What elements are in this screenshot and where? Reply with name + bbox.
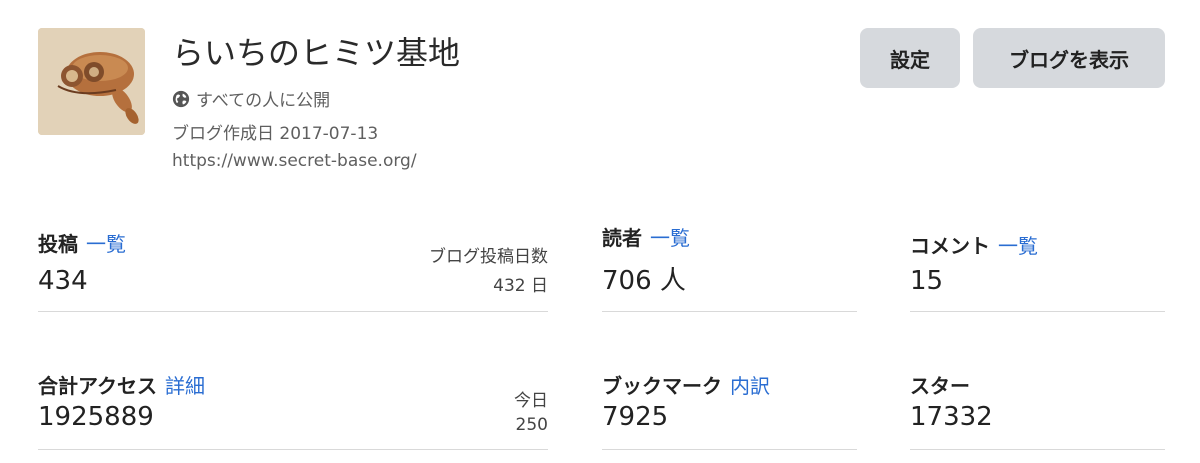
readers-list-link[interactable]: 一覧	[650, 226, 690, 250]
stat-comments-label: コメント	[910, 234, 990, 258]
stat-comments-value: 15	[910, 266, 944, 296]
stat-readers: 読者 一覧 706 人	[602, 222, 857, 312]
divider	[602, 311, 857, 312]
divider	[38, 449, 548, 450]
stat-access: 合計アクセス 詳細 1925889 今日 250	[38, 370, 548, 450]
settings-button[interactable]: 設定	[860, 28, 960, 88]
stat-bookmarks-label: ブックマーク	[602, 374, 722, 398]
stat-comments: コメント 一覧 15	[910, 230, 1165, 312]
blog-header: らいちのヒミツ基地 すべての人に公開 ブログ作成日 2017-07-13 htt…	[0, 0, 1200, 200]
today-value: 250	[515, 415, 548, 435]
blog-title[interactable]: らいちのヒミツ基地	[172, 28, 460, 74]
stat-posts-value: 434	[38, 266, 88, 296]
stat-stars-label: スター	[910, 374, 970, 398]
blog-thumbnail[interactable]	[38, 28, 145, 135]
stat-access-value: 1925889	[38, 402, 154, 432]
visibility-label: すべての人に公開	[196, 91, 331, 111]
posts-list-link[interactable]: 一覧	[86, 232, 126, 256]
post-days-label: ブログ投稿日数	[429, 247, 548, 267]
blog-icon-image	[38, 28, 145, 135]
stat-posts-label: 投稿	[38, 232, 78, 256]
blog-url[interactable]: https://www.secret-base.org/	[172, 151, 417, 171]
stat-bookmarks-value: 7925	[602, 402, 669, 432]
divider	[910, 449, 1165, 450]
post-days: ブログ投稿日数 432 日	[429, 242, 548, 296]
divider	[38, 311, 548, 312]
comments-list-link[interactable]: 一覧	[998, 234, 1038, 258]
access-detail-link[interactable]: 詳細	[165, 374, 205, 398]
globe-icon	[172, 90, 190, 107]
visibility-status: すべての人に公開	[172, 86, 330, 111]
stat-stars-value: 17332	[910, 402, 993, 432]
stat-bookmarks: ブックマーク 内訳 7925	[602, 370, 857, 450]
view-blog-button[interactable]: ブログを表示	[973, 28, 1165, 88]
stat-posts: 投稿 一覧 434 ブログ投稿日数 432 日	[38, 228, 548, 312]
bookmarks-breakdown-link[interactable]: 内訳	[730, 374, 770, 398]
today-access: 今日 250	[514, 386, 548, 435]
post-days-value: 432 日	[493, 276, 548, 296]
divider	[602, 449, 857, 450]
stat-access-label: 合計アクセス	[38, 374, 157, 398]
stat-stars: スター 17332	[910, 370, 1165, 450]
today-label: 今日	[514, 391, 548, 411]
created-date: ブログ作成日 2017-07-13	[172, 124, 379, 144]
divider	[910, 311, 1165, 312]
stat-readers-value: 706 人	[602, 266, 686, 296]
stat-readers-label: 読者	[602, 226, 642, 250]
